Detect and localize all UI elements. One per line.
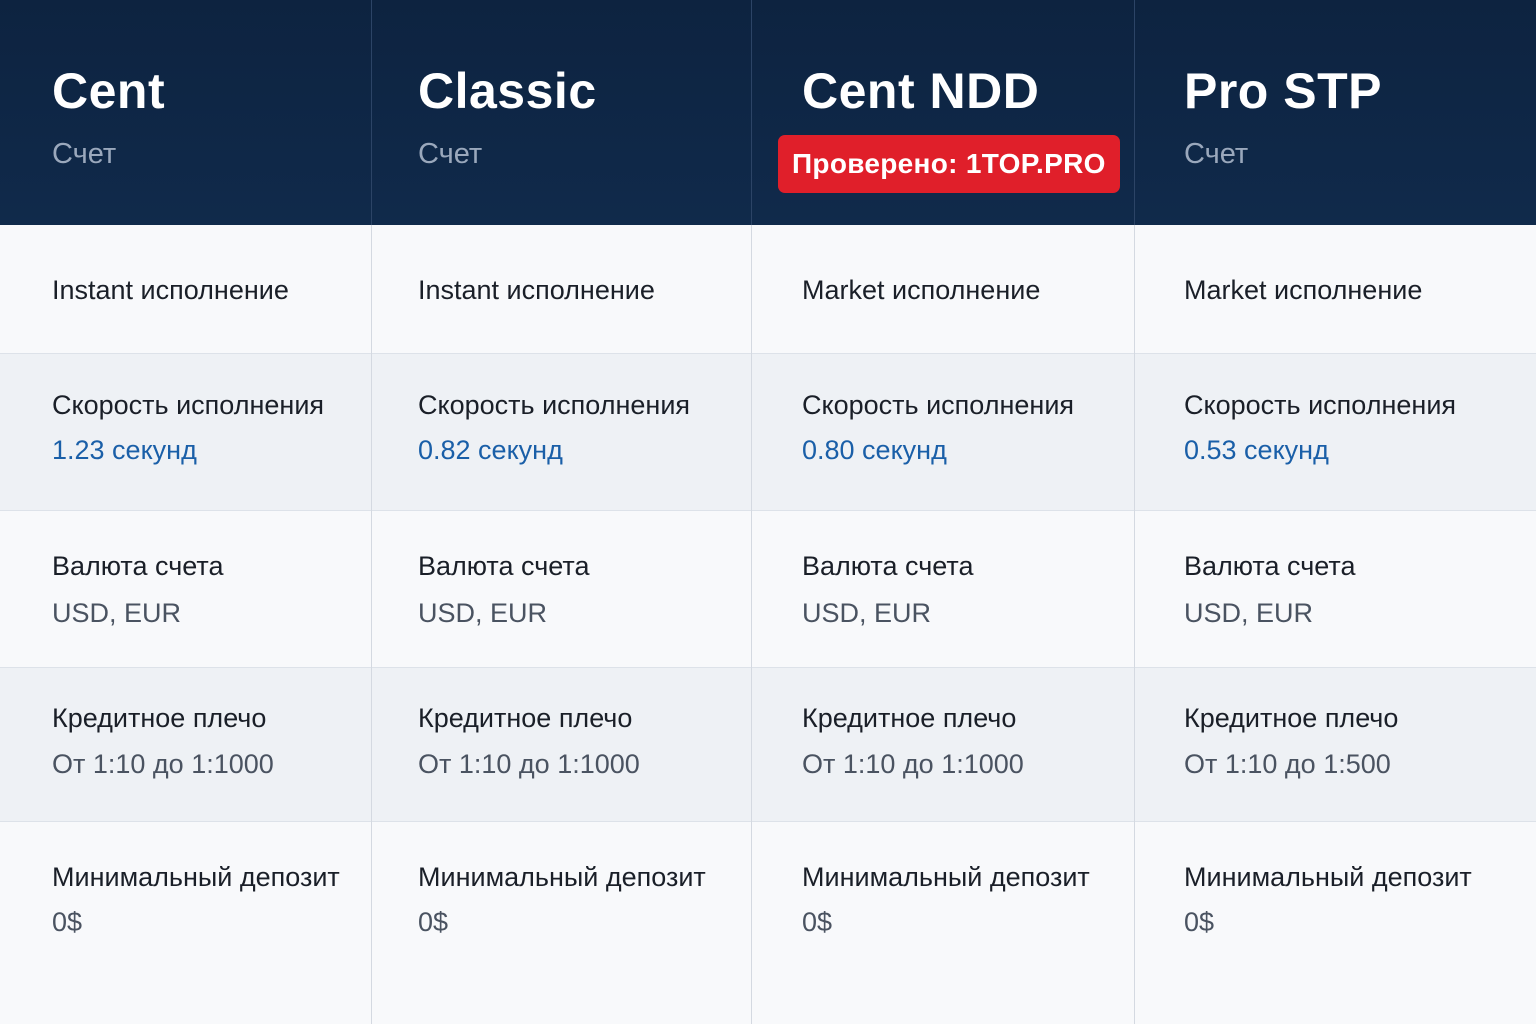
deposit-label: Минимальный депозит — [802, 862, 1090, 892]
leverage-row: Кредитное плечо От 1:10 до 1:1000 — [372, 667, 751, 821]
deposit-label: Минимальный депозит — [418, 862, 706, 892]
execution-type: Instant исполнение — [52, 275, 289, 305]
account-header: Cent Счет — [0, 0, 371, 225]
deposit-label: Минимальный депозит — [1184, 862, 1472, 892]
speed-label: Скорость исполнения — [802, 390, 1075, 420]
account-column-pro-stp: Pro STP Счет Market исполнение Скорость … — [1134, 0, 1536, 1024]
deposit-row: Минимальный депозит 0$ — [0, 821, 371, 1024]
currency-row: Валюта счета USD, EUR — [1135, 510, 1536, 667]
currency-label: Валюта счета — [802, 551, 974, 581]
execution-row: Instant исполнение — [0, 225, 371, 353]
execution-type: Instant исполнение — [418, 275, 655, 305]
execution-type: Market исполнение — [802, 275, 1041, 305]
account-subtitle: Счет — [52, 138, 117, 170]
execution-row: Market исполнение — [752, 225, 1134, 353]
account-subtitle: Счет — [1184, 138, 1249, 170]
deposit-value: 0$ — [52, 907, 83, 937]
account-subtitle: Счет — [418, 138, 483, 170]
account-header: Classic Счет — [371, 0, 751, 225]
speed-label: Скорость исполнения — [1184, 390, 1457, 420]
currency-label: Валюта счета — [52, 551, 224, 581]
deposit-value: 0$ — [802, 907, 833, 937]
speed-value: 0.80 секунд — [802, 435, 947, 465]
account-header: Cent NDD Проверено: 1TOP.PRO — [751, 0, 1134, 225]
leverage-label: Кредитное плечо — [1184, 703, 1399, 733]
deposit-row: Минимальный депозит 0$ — [752, 821, 1134, 1024]
speed-row: Скорость исполнения 1.23 секунд — [0, 353, 371, 510]
currency-value: USD, EUR — [418, 598, 548, 628]
account-comparison-table: Cent Счет Instant исполнение Скорость ис… — [0, 0, 1536, 1024]
speed-label: Скорость исполнения — [418, 390, 691, 420]
verified-badge: Проверено: 1TOP.PRO — [778, 135, 1120, 193]
leverage-value: От 1:10 до 1:1000 — [418, 749, 640, 779]
speed-row: Скорость исполнения 0.53 секунд — [1135, 353, 1536, 510]
currency-label: Валюта счета — [418, 551, 590, 581]
account-name: Cent NDD — [802, 63, 1040, 119]
account-column-cent: Cent Счет Instant исполнение Скорость ис… — [0, 0, 371, 1024]
account-name: Pro STP — [1184, 63, 1382, 119]
speed-row: Скорость исполнения 0.80 секунд — [752, 353, 1134, 510]
deposit-row: Минимальный депозит 0$ — [1135, 821, 1536, 1024]
leverage-value: От 1:10 до 1:1000 — [52, 749, 274, 779]
deposit-value: 0$ — [1184, 907, 1215, 937]
speed-value: 0.82 секунд — [418, 435, 563, 465]
currency-value: USD, EUR — [52, 598, 182, 628]
speed-value: 0.53 секунд — [1184, 435, 1329, 465]
leverage-row: Кредитное плечо От 1:10 до 1:1000 — [0, 667, 371, 821]
deposit-value: 0$ — [418, 907, 449, 937]
leverage-label: Кредитное плечо — [52, 703, 267, 733]
speed-value: 1.23 секунд — [52, 435, 197, 465]
currency-value: USD, EUR — [1184, 598, 1314, 628]
currency-row: Валюта счета USD, EUR — [372, 510, 751, 667]
deposit-row: Минимальный депозит 0$ — [372, 821, 751, 1024]
execution-row: Market исполнение — [1135, 225, 1536, 353]
currency-row: Валюта счета USD, EUR — [752, 510, 1134, 667]
execution-type: Market исполнение — [1184, 275, 1423, 305]
leverage-value: От 1:10 до 1:1000 — [802, 749, 1024, 779]
account-column-cent-ndd: Cent NDD Проверено: 1TOP.PRO Market испо… — [751, 0, 1134, 1024]
currency-row: Валюта счета USD, EUR — [0, 510, 371, 667]
account-header: Pro STP Счет — [1134, 0, 1536, 225]
speed-label: Скорость исполнения — [52, 390, 325, 420]
execution-row: Instant исполнение — [372, 225, 751, 353]
leverage-value: От 1:10 до 1:500 — [1184, 749, 1391, 779]
leverage-row: Кредитное плечо От 1:10 до 1:1000 — [752, 667, 1134, 821]
speed-row: Скорость исполнения 0.82 секунд — [372, 353, 751, 510]
leverage-row: Кредитное плечо От 1:10 до 1:500 — [1135, 667, 1536, 821]
leverage-label: Кредитное плечо — [418, 703, 633, 733]
currency-label: Валюта счета — [1184, 551, 1356, 581]
account-column-classic: Classic Счет Instant исполнение Скорость… — [371, 0, 751, 1024]
currency-value: USD, EUR — [802, 598, 932, 628]
account-name: Cent — [52, 63, 166, 119]
account-name: Classic — [418, 63, 597, 119]
deposit-label: Минимальный депозит — [52, 862, 340, 892]
leverage-label: Кредитное плечо — [802, 703, 1017, 733]
